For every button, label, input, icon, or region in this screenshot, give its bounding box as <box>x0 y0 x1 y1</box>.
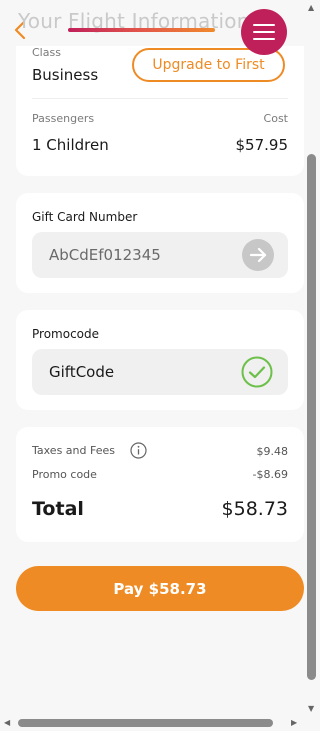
scroll-right-arrow-icon[interactable]: ▶ <box>291 719 297 727</box>
info-icon[interactable] <box>130 442 147 459</box>
horizontal-scrollbar-thumb[interactable] <box>18 719 273 727</box>
hamburger-icon <box>253 24 275 26</box>
promocode-label: Promocode <box>32 327 100 341</box>
scroll-left-arrow-icon[interactable]: ◀ <box>4 719 10 727</box>
promocode-field[interactable]: GiftCode <box>32 349 288 395</box>
progress-bar <box>68 28 215 32</box>
gift-card-field[interactable]: AbCdEf012345 <box>32 232 288 278</box>
check-circle-icon <box>241 356 273 388</box>
passengers-label: Passengers <box>32 112 95 125</box>
passengers-value: 1 Children <box>32 136 109 154</box>
hamburger-line <box>253 31 275 33</box>
apply-gift-card-button[interactable] <box>242 239 274 271</box>
class-value: Business <box>32 66 99 84</box>
scroll-up-arrow-icon[interactable]: ▲ <box>308 4 314 12</box>
class-label: Class <box>32 46 61 59</box>
promo-code-label: Promo code <box>32 468 97 481</box>
cost-value: $57.95 <box>235 136 289 154</box>
scroll-down-arrow-icon[interactable]: ▼ <box>308 705 314 713</box>
taxes-label: Taxes and Fees <box>32 444 115 457</box>
checkout-screen: Class Business Upgrade to First Passenge… <box>0 0 305 716</box>
total-label: Total <box>32 498 84 520</box>
pay-button[interactable]: Pay $58.73 <box>16 566 304 611</box>
menu-button[interactable] <box>241 9 287 55</box>
taxes-value: $9.48 <box>256 445 289 458</box>
gift-card-input[interactable]: AbCdEf012345 <box>49 246 161 264</box>
hamburger-line <box>253 38 275 40</box>
promocode-input[interactable]: GiftCode <box>49 363 114 381</box>
price-summary-card: Taxes and Fees $9.48 Promo code -$8.69 T… <box>16 427 304 542</box>
flight-details-card: Class Business Upgrade to First Passenge… <box>16 36 304 176</box>
vertical-scrollbar-thumb[interactable] <box>307 154 316 680</box>
total-value: $58.73 <box>221 498 288 520</box>
promocode-section: Promocode GiftCode <box>16 310 304 410</box>
promo-code-value: -$8.69 <box>252 468 288 481</box>
divider <box>32 98 288 99</box>
gift-card-section: Gift Card Number AbCdEf012345 <box>16 193 304 293</box>
arrow-right-icon <box>249 247 267 263</box>
cost-label: Cost <box>263 112 288 125</box>
gift-card-label: Gift Card Number <box>32 210 138 224</box>
